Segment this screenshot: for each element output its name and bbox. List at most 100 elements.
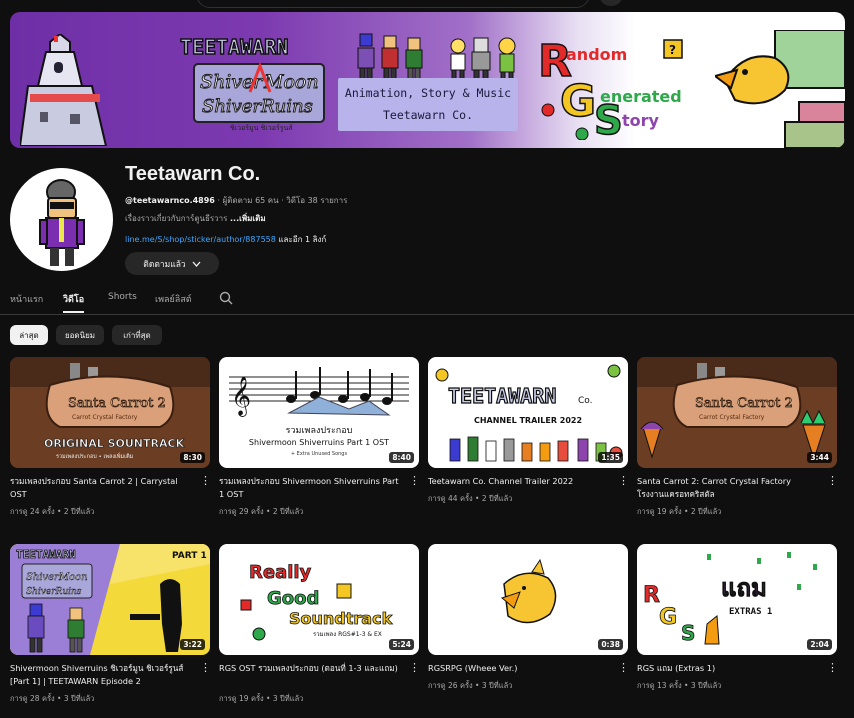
video-meta: การดู 28 ครั้ง • 3 ปีที่แล้ว — [10, 694, 95, 703]
random-generated-story-logo: R andom G enerated S tory ? — [537, 35, 683, 140]
video-meta: การดู 44 ครั้ง • 2 ปีที่แล้ว — [428, 494, 513, 503]
svg-text:ShiverMoon: ShiverMoon — [26, 572, 88, 583]
channel-description[interactable]: เรื่องราวเกี่ยวกับการ์ตูนธีรวาร ...เพิ่ม… — [125, 212, 266, 225]
tab-videos[interactable]: วิดีโอ — [63, 292, 85, 313]
banner-tagline-1: Animation, Story & Music — [344, 86, 512, 100]
thumb-sub: EXTRAS 1 — [729, 607, 772, 617]
video-card[interactable]: Santa Carrot 2 Carrot Crystal Factory 3:… — [637, 357, 838, 516]
upload-age: 3 ปีที่แล้ว — [272, 694, 304, 703]
banner-tagline-2: Teetawarn Co. — [382, 108, 473, 122]
channel-banner: TEETAWARN Shiver Moon ShiverRuins ชิเวอร… — [10, 12, 845, 148]
chip-latest[interactable]: ล่าสุด — [10, 325, 48, 345]
thumb-trailer: CHANNEL TRAILER 2022 — [474, 416, 582, 425]
video-card[interactable]: Really Good Soundtrack รวมเพลง RGS#1-3 &… — [219, 544, 420, 703]
thumb-line-1: รวมเพลงประกอบ — [286, 426, 353, 436]
video-thumbnail[interactable]: TEETAWARN PART 1 ShiverMoon ShiverRuins … — [10, 544, 210, 655]
video-title[interactable]: Shivermoon Shiverruins ชิเวอร์มูน ชิเวอร… — [10, 662, 192, 688]
more-link[interactable]: ...เพิ่มเติม — [230, 214, 266, 223]
more-vert-icon[interactable]: ⋮ — [827, 662, 838, 676]
video-title[interactable]: RGS OST รวมเพลงประกอบ (ตอนที่ 1-3 และแถม… — [219, 662, 401, 675]
duration-badge: 1:35 — [598, 452, 623, 463]
upload-age: 2 ปีที่แล้ว — [690, 507, 722, 516]
view-count: การดู 44 ครั้ง — [428, 494, 473, 503]
svg-text:G: G — [659, 605, 677, 630]
duration-badge: 0:38 — [598, 639, 623, 650]
svg-text:S: S — [594, 98, 623, 140]
chip-oldest[interactable]: เก่าที่สุด — [112, 325, 162, 345]
video-card[interactable]: Santa Carrot 2 Carrot Crystal Factory OR… — [10, 357, 211, 516]
duration-badge: 3:22 — [180, 639, 205, 650]
channel-stats: · ผู้ติดตาม 65 คน · วิดีโอ 38 รายการ — [214, 196, 348, 205]
video-meta: การดู 29 ครั้ง • 2 ปีที่แล้ว — [219, 507, 304, 516]
more-vert-icon[interactable]: ⋮ — [409, 662, 420, 676]
video-meta: การดู 19 ครั้ง • 2 ปีที่แล้ว — [637, 507, 722, 516]
channel-link-url[interactable]: line.me/S/shop/sticker/author/887558 — [125, 235, 276, 244]
video-thumbnail[interactable]: Santa Carrot 2 Carrot Crystal Factory 3:… — [637, 357, 837, 468]
video-thumbnail[interactable]: 𝄞 รวมเพลงประกอบ Shivermoon Shiverruins P… — [219, 357, 419, 468]
video-title[interactable]: รวมเพลงประกอบ Shivermoon Shiverruins Par… — [219, 475, 401, 501]
description-text: เรื่องราวเกี่ยวกับการ์ตูนธีรวาร — [125, 214, 231, 223]
video-card[interactable]: 𝄞 รวมเพลงประกอบ Shivermoon Shiverruins P… — [219, 357, 420, 516]
search-icon[interactable] — [219, 291, 233, 305]
video-meta: การดู 26 ครั้ง • 3 ปีที่แล้ว — [428, 681, 513, 690]
tab-home[interactable]: หน้าแรก — [10, 292, 43, 306]
channel-avatar[interactable] — [10, 168, 113, 271]
upload-age: 2 ปีที่แล้ว — [272, 507, 304, 516]
video-card[interactable]: R G S แถม EXTRAS 1 2:04 RGS แถม (Extras … — [637, 544, 838, 690]
upload-age: 3 ปีที่แล้ว — [63, 694, 95, 703]
video-card[interactable]: TEETAWARN PART 1 ShiverMoon ShiverRuins … — [10, 544, 211, 703]
thumb-logo: TEETAWARN — [448, 384, 556, 408]
video-thumbnail[interactable]: Santa Carrot 2 Carrot Crystal Factory OR… — [10, 357, 210, 468]
bird-illustration — [715, 30, 845, 148]
duration-badge: 8:40 — [389, 452, 414, 463]
thumb-brand: TEETAWARN — [16, 548, 76, 561]
thumb-part: PART 1 — [172, 551, 207, 561]
thumb-word-1: Really — [249, 562, 312, 583]
more-vert-icon[interactable]: ⋮ — [409, 475, 420, 489]
video-thumbnail[interactable]: 0:38 — [428, 544, 628, 655]
subscribed-button[interactable]: ติดตามแล้ว — [125, 252, 219, 275]
view-count: การดู 13 ครั้ง — [637, 681, 682, 690]
video-title[interactable]: RGSRPG (Wheee Ver.) — [428, 662, 610, 675]
mic-icon[interactable] — [600, 0, 622, 6]
more-vert-icon[interactable]: ⋮ — [618, 475, 629, 489]
thumb-co: Co. — [578, 396, 593, 406]
channel-link-suffix[interactable]: และอีก 1 ลิงก์ — [276, 235, 326, 244]
upload-age: 2 ปีที่แล้ว — [63, 507, 95, 516]
svg-text:tory: tory — [622, 111, 660, 130]
chevron-down-icon — [192, 261, 201, 267]
view-count: การดู 26 ครั้ง — [428, 681, 473, 690]
duration-badge: 8:30 — [180, 452, 205, 463]
subscribed-label: ติดตามแล้ว — [143, 259, 186, 270]
video-card[interactable]: 0:38 RGSRPG (Wheee Ver.) การดู 26 ครั้ง … — [428, 544, 629, 690]
video-title[interactable]: รวมเพลงประกอบ Santa Carrot 2 | Carrystal… — [10, 475, 192, 501]
video-title[interactable]: RGS แถม (Extras 1) — [637, 662, 819, 675]
chip-popular[interactable]: ยอดนิยม — [56, 325, 104, 345]
tab-playlists[interactable]: เพลย์ลิสต์ — [155, 292, 192, 306]
view-count: การดู 24 ครั้ง — [10, 507, 55, 516]
svg-text:S: S — [681, 621, 695, 645]
duration-badge: 5:24 — [389, 639, 414, 650]
video-thumbnail[interactable]: Really Good Soundtrack รวมเพลง RGS#1-3 &… — [219, 544, 419, 655]
upload-age: 3 ปีที่แล้ว — [690, 681, 722, 690]
video-title[interactable]: Teetawarn Co. Channel Trailer 2022 — [428, 475, 610, 488]
channel-meta: @teetawarnco.4896 · ผู้ติดตาม 65 คน · วิ… — [125, 194, 347, 207]
video-thumbnail[interactable]: R G S แถม EXTRAS 1 2:04 — [637, 544, 837, 655]
more-vert-icon[interactable]: ⋮ — [200, 662, 211, 676]
video-meta: การดู 19 ครั้ง • 3 ปีที่แล้ว — [219, 694, 304, 703]
tower-illustration — [20, 34, 108, 146]
tab-shorts[interactable]: Shorts — [108, 292, 137, 302]
more-vert-icon[interactable]: ⋮ — [618, 662, 629, 676]
video-title[interactable]: Santa Carrot 2: Carrot Crystal Factory โ… — [637, 475, 819, 501]
video-thumbnail[interactable]: TEETAWARN Co. CHANNEL TRAILER 2022 1:35 — [428, 357, 628, 468]
more-vert-icon[interactable]: ⋮ — [827, 475, 838, 489]
thumb-title-1: Santa Carrot 2 — [695, 396, 793, 411]
search-box-edge[interactable] — [196, 0, 590, 8]
video-card[interactable]: TEETAWARN Co. CHANNEL TRAILER 2022 1:35 … — [428, 357, 629, 503]
channel-links: line.me/S/shop/sticker/author/887558 และ… — [125, 233, 326, 246]
video-meta: การดู 24 ครั้ง • 2 ปีที่แล้ว — [10, 507, 95, 516]
svg-text:𝄞: 𝄞 — [231, 376, 251, 417]
banner-tagline-box: Animation, Story & Music Teetawarn Co. — [338, 78, 518, 131]
thumb-title-1: Santa Carrot 2 — [68, 396, 166, 411]
more-vert-icon[interactable]: ⋮ — [200, 475, 211, 489]
